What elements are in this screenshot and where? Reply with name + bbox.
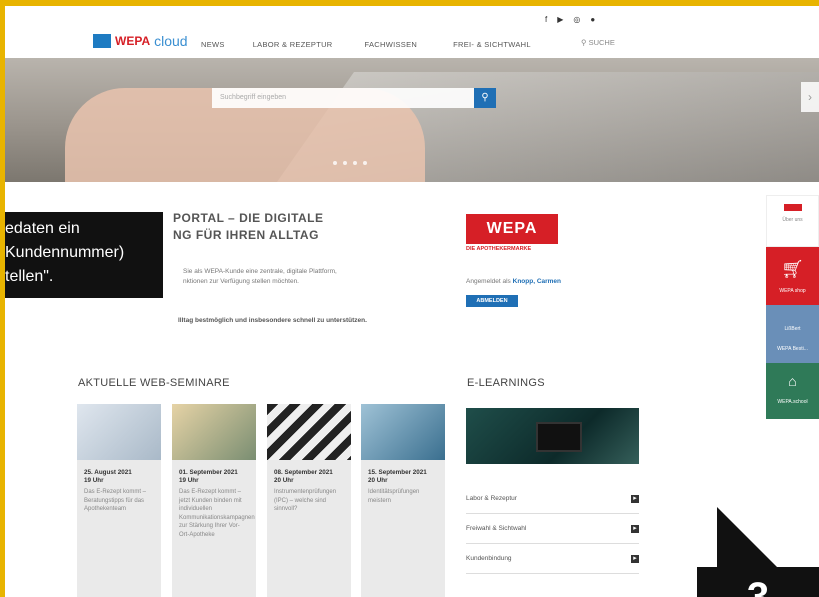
nav-item-labor-rezeptur[interactable]: LABOR & REZEPTUR [253,40,333,49]
hero-search-input[interactable]: Suchbegriff eingeben [212,88,474,108]
seminar-date: 08. September 2021 20 Uhr [274,469,333,484]
portal-bold-text: llltag bestmöglich und insbesondere schn… [178,317,367,324]
sidebar-item-order[interactable]: LißBert WEPA Besti... [766,305,819,363]
carousel-dot[interactable] [333,161,337,165]
sidebar-item-school[interactable]: ⌂ WEPA.school [766,363,819,419]
sidebar-about-label: Über uns [782,217,803,223]
search-link[interactable]: ⚲ SUCHE [581,38,615,47]
screenshot-page: WEPA cloud f ▶ ◎ ● NEWS LABOR & REZEPTUR… [5,6,819,597]
seminar-description: Identitätsprüfungen meistern [368,489,420,504]
elearnings-title: E-LEARNINGS [467,377,545,389]
expand-icon[interactable]: ▸ [631,494,639,503]
seminar-card[interactable]: 01. September 2021 19 Uhr Das E-Rezept k… [172,404,256,597]
portal-text-line: Sie als WEPA-Kunde eine zentrale, digita… [183,268,337,275]
portal-title-line: NG FÜR IHREN ALLTAG [173,228,319,242]
carousel-dot[interactable] [343,161,347,165]
nav-item-news[interactable]: NEWS [201,40,225,49]
portal-title: PORTAL – DIE DIGITALE NG FÜR IHREN ALLTA… [173,210,324,244]
wepa-mini-logo-icon [783,204,802,211]
sidebar-order-label: LißBert [784,326,801,332]
right-sidebar: Über uns 🛒︎ WEPA shop LißBert WEPA Besti… [766,195,819,419]
search-icon: ⚲ [581,38,587,47]
annotation-callout: edaten ein Kundennummer) tellen". [5,212,163,298]
wepa-cloud-logo[interactable]: WEPA cloud [93,33,188,49]
expand-icon[interactable]: ▸ [631,524,639,533]
step-number-callout: 3 [697,567,819,597]
seminar-date: 25. August 2021 19 Uhr [84,469,132,484]
seminar-card[interactable]: 25. August 2021 19 Uhr Das E-Rezept komm… [77,404,161,597]
seminar-date: 15. September 2021 20 Uhr [368,469,427,484]
elearning-item-label: Kundenbindung [466,555,512,562]
logout-button[interactable]: ABMELDEN [466,295,518,307]
seminar-image [77,404,161,460]
sidebar-school-label: WEPA.school [777,399,808,405]
seminar-description: Das E-Rezept kommt – Beratungstipps für … [84,489,147,512]
hero-banner: Suchbegriff eingeben ⚲ › [5,58,819,182]
cloud-logo-icon [93,34,111,48]
wepa-brand-subline: DIE APOTHEKERMARKE [466,246,532,252]
logo-wepa-text: WEPA [115,34,151,48]
shopping-cart-icon: 🛒︎ [781,259,804,279]
elearning-image [466,408,639,464]
carousel-dot[interactable] [363,161,367,165]
login-status: Angemeldet als Knopp, Carmen [466,278,561,285]
sidebar-item-about[interactable]: Über uns [766,195,819,247]
seminar-image [267,404,351,460]
seminar-description: Das E-Rezept kommt – jetzt Kunden binden… [179,489,255,538]
sidebar-shop-label: WEPA shop [779,288,806,294]
carousel-dots [333,161,367,165]
portal-title-line: PORTAL – DIE DIGITALE [173,211,324,225]
elearning-item-labor[interactable]: Labor & Rezeptur ▸ [466,484,639,514]
elearning-item-kundenbindung[interactable]: Kundenbindung ▸ [466,544,639,574]
callout-line: edaten ein [5,220,80,237]
seminar-date: 01. September 2021 19 Uhr [179,469,238,484]
portal-text: Sie als WEPA-Kunde eine zentrale, digita… [183,267,383,287]
logo-cloud-text: cloud [154,33,188,49]
login-prefix: Angemeldet als [466,278,511,285]
social-links: f ▶ ◎ ● [545,15,595,24]
nav-item-fachwissen[interactable]: FACHWISSEN [365,40,418,49]
carousel-next-icon[interactable]: › [801,82,819,112]
login-user-name: Knopp, Carmen [512,278,562,285]
search-link-label: SUCHE [588,38,615,47]
youtube-icon[interactable]: ▶ [557,15,563,24]
seminar-card[interactable]: 15. September 2021 20 Uhr Identitätsprüf… [361,404,445,597]
nav-item-frei-sichtwahl[interactable]: FREI- & SICHTWAHL [453,40,531,49]
instagram-icon[interactable]: ◎ [573,15,580,24]
user-icon[interactable]: ● [590,15,595,24]
pointer-triangle [717,507,777,567]
seminar-description: Instrumentenprüfungen (IPC) – welche sin… [274,489,337,512]
elearning-item-freiwahl[interactable]: Freiwahl & Sichtwahl ▸ [466,514,639,544]
seminar-image [361,404,445,460]
elearning-item-label: Freiwahl & Sichtwahl [466,525,527,532]
carousel-dot[interactable] [353,161,357,165]
seminar-image [172,404,256,460]
wepa-brand-logo: WEPA [466,214,558,244]
callout-line: Kundennummer) [5,244,125,261]
callout-line: tellen". [5,268,54,285]
laptop-screen-image [536,422,582,452]
graduation-cap-icon: ⌂ [788,373,797,389]
search-icon: ⚲ [481,92,489,103]
hero-search-button[interactable]: ⚲ [474,88,496,108]
portal-text-line: nktionen zur Verfügung stellen möchten. [183,278,299,285]
expand-icon[interactable]: ▸ [631,554,639,563]
seminars-title: AKTUELLE WEB-SEMINARE [78,377,230,389]
facebook-icon[interactable]: f [545,15,547,24]
elearning-item-label: Labor & Rezeptur [466,495,517,502]
sidebar-item-shop[interactable]: 🛒︎ WEPA shop [766,247,819,305]
main-navigation: NEWS LABOR & REZEPTUR FACHWISSEN FREI- &… [201,40,531,49]
seminar-card[interactable]: 08. September 2021 20 Uhr Instrumentenpr… [267,404,351,597]
sidebar-order-sublabel: WEPA Besti... [777,346,808,352]
